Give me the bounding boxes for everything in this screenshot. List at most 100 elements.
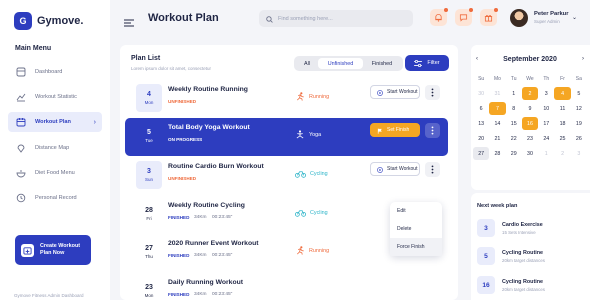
calendar-day[interactable]: 13 xyxy=(473,117,489,130)
more-options-button[interactable] xyxy=(425,123,440,138)
calendar-day[interactable]: 4 xyxy=(554,87,571,100)
messages-button[interactable] xyxy=(455,8,473,27)
calendar-day[interactable]: 29 xyxy=(506,147,522,160)
start-workout-button[interactable]: Start Workout xyxy=(370,162,420,176)
calendar-day[interactable]: 1 xyxy=(506,87,522,100)
search-input[interactable] xyxy=(278,15,408,22)
set-finish-button[interactable]: Set Finish xyxy=(370,123,420,137)
hamburger-menu-icon[interactable] xyxy=(124,14,134,32)
weekday-label: Su xyxy=(478,75,485,82)
calendar-day[interactable]: 7 xyxy=(489,102,506,115)
calendar-day[interactable]: 9 xyxy=(522,102,538,115)
calendar-day[interactable]: 1 xyxy=(538,147,554,160)
calendar-day[interactable]: 22 xyxy=(506,132,522,145)
weekday-label: Tu xyxy=(510,75,517,82)
date-day: 27 xyxy=(145,245,153,252)
date-badge: 28 Fri xyxy=(136,200,162,228)
status-label: UNFINISHED xyxy=(168,176,197,181)
calendar-day[interactable]: 3 xyxy=(571,147,587,160)
plan-row[interactable]: 4 Mon Weekly Routine Running UNFINISHED … xyxy=(125,80,448,118)
calendar-day[interactable]: 30 xyxy=(522,147,538,160)
sidebar-item-workout-statistic[interactable]: Workout Statistic xyxy=(8,87,102,107)
play-icon xyxy=(377,83,383,101)
plan-row-active[interactable]: 5 Tue Total Body Yoga Workout ON PROGRES… xyxy=(125,118,448,156)
calendar-day[interactable]: 14 xyxy=(489,117,505,130)
sidebar-item-distance-map[interactable]: Distance Map xyxy=(8,138,102,158)
date-weekday: Mon xyxy=(144,100,154,105)
create-workout-plan-button[interactable]: Create Workout Plan Now xyxy=(15,235,91,265)
calendar-day[interactable]: 18 xyxy=(554,117,570,130)
avatar[interactable] xyxy=(510,9,528,27)
more-options-button[interactable] xyxy=(425,162,440,177)
calendar-day[interactable]: 24 xyxy=(538,132,554,145)
calendar-day[interactable]: 10 xyxy=(538,102,554,115)
calendar-day[interactable]: 12 xyxy=(571,102,587,115)
calendar-day[interactable]: 25 xyxy=(554,132,570,145)
weekday-label: Fr xyxy=(560,75,565,82)
notification-button[interactable] xyxy=(430,8,448,26)
tab-unfinished[interactable]: Unfinished xyxy=(318,58,363,69)
calendar-day[interactable]: 5 xyxy=(571,87,587,100)
calendar-day[interactable]: 28 xyxy=(489,147,505,160)
calendar-day[interactable]: 6 xyxy=(473,102,489,115)
next-week-item[interactable]: 5 Cycling Routine 20km target distances xyxy=(477,247,587,267)
calendar-day[interactable]: 23 xyxy=(522,132,538,145)
gifts-button[interactable] xyxy=(480,8,498,26)
tab-all[interactable]: All xyxy=(296,58,318,69)
status-label: FINISHED xyxy=(168,292,190,297)
calendar-day[interactable]: 19 xyxy=(571,117,587,130)
row-context-menu: Edit Delete Force Finish xyxy=(390,202,442,256)
date-weekday: Sun xyxy=(144,177,153,182)
sidebar-item-diet-food-menu[interactable]: Diet Food Menu xyxy=(8,163,102,183)
calendar-day[interactable]: 16 xyxy=(521,117,539,130)
sidebar-item-workout-plan[interactable]: Workout Plan › xyxy=(8,112,102,133)
calendar-day[interactable]: 8 xyxy=(506,102,522,115)
sidebar-item-dashboard[interactable]: Dashboard xyxy=(8,62,102,82)
profile-name[interactable]: Peter Parkur xyxy=(534,11,568,17)
sidebar-item-personal-record[interactable]: Personal Record xyxy=(8,188,102,208)
date-day: 4 xyxy=(147,91,151,98)
plan-row[interactable]: 3 Sun Routine Cardio Burn Workout UNFINI… xyxy=(125,157,448,195)
cycling-icon xyxy=(295,204,306,222)
calendar-day[interactable]: 2 xyxy=(554,147,570,160)
profile-role: Super Admin xyxy=(534,19,560,24)
calendar-day[interactable]: 31 xyxy=(489,87,505,100)
weekday-label: Sa xyxy=(575,75,582,82)
menu-item-delete[interactable]: Delete xyxy=(390,220,442,238)
page-title: Workout Plan xyxy=(148,12,219,24)
chat-icon xyxy=(459,9,468,27)
chevron-down-icon[interactable]: ⌄ xyxy=(572,14,577,21)
plan-row[interactable]: 23 Mon Daily Running Workout FINISHED 34… xyxy=(125,273,448,300)
menu-title: Main Menu xyxy=(15,45,52,52)
logo[interactable]: G Gymove. xyxy=(14,12,83,30)
date-day: 5 xyxy=(147,129,151,136)
calendar-day[interactable]: 17 xyxy=(538,117,554,130)
calendar-day[interactable]: 30 xyxy=(473,87,489,100)
calendar-day[interactable]: 11 xyxy=(554,102,570,115)
start-workout-button[interactable]: Start Workout xyxy=(370,85,420,99)
tab-finished[interactable]: Finished xyxy=(363,58,401,69)
sidebar-item-label: Distance Map xyxy=(35,144,70,151)
plan-tabs: All Unfinished Finished xyxy=(294,56,403,71)
next-month-button[interactable]: › xyxy=(582,56,584,63)
menu-item-edit[interactable]: Edit xyxy=(390,202,442,220)
calendar-day[interactable]: 26 xyxy=(571,132,587,145)
calendar-day[interactable]: 21 xyxy=(489,132,505,145)
calendar-day[interactable]: 27 xyxy=(473,147,490,160)
calendar-day[interactable]: 20 xyxy=(473,132,489,145)
filter-button[interactable]: Filter xyxy=(405,55,449,71)
next-week-item[interactable]: 3 Cardio Exercise 15 Sets Intensive xyxy=(477,219,587,239)
calendar-day[interactable]: 3 xyxy=(538,87,554,100)
menu-item-force-finish[interactable]: Force Finish xyxy=(390,238,442,256)
calendar-day[interactable]: 2 xyxy=(521,87,539,100)
logo-mark: G xyxy=(14,12,32,30)
weekday-label: Th xyxy=(543,75,550,82)
date-badge: 5 Tue xyxy=(136,122,162,150)
next-week-item[interactable]: 16 Cycling Routine 20km target distances xyxy=(477,276,587,296)
sidebar-item-label: Workout Plan xyxy=(35,119,71,126)
calendar-week: 20 21 22 23 24 25 26 xyxy=(473,131,587,146)
calendar-day[interactable]: 15 xyxy=(506,117,522,130)
prev-month-button[interactable]: ‹ xyxy=(476,56,478,63)
next-week-day: 5 xyxy=(477,247,495,265)
more-options-button[interactable] xyxy=(425,85,440,100)
